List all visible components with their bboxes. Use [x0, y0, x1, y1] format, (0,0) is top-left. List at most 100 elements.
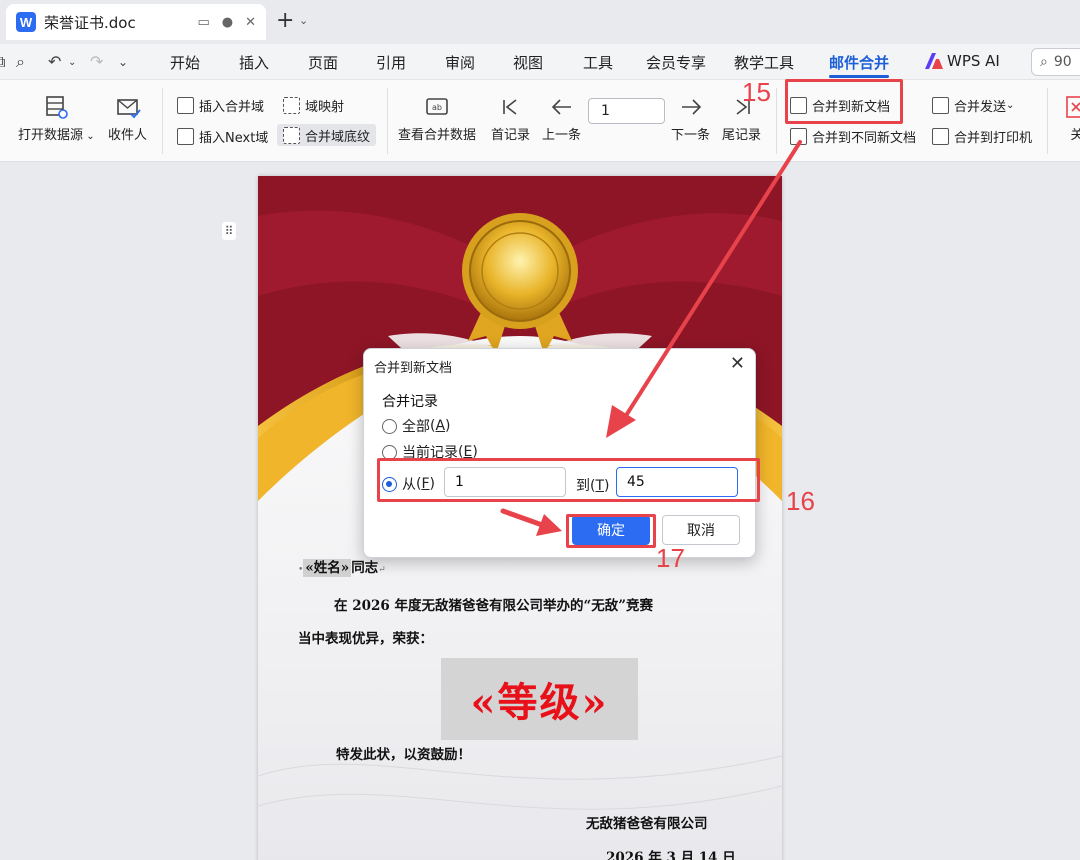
- merge-to-different-documents-button[interactable]: 合并到不同新文档: [790, 125, 916, 147]
- tab-mail-merge[interactable]: 邮件合并: [829, 52, 889, 73]
- merge-to-new-document-dialog: 合并到新文档 ✕ 合并记录 全部(A) 当前记录(E) 从(F) 1 到(T) …: [363, 348, 756, 558]
- merge-send-label: 合并发送: [954, 99, 1007, 115]
- level-merge-field-box[interactable]: «等级»: [441, 658, 638, 740]
- close-merge-label: 关: [1070, 128, 1080, 143]
- recipient-line: • «姓名» 同志↵: [298, 559, 386, 577]
- previous-record-label: 上一条: [542, 128, 582, 143]
- view-data-icon: ab: [426, 98, 448, 115]
- wps-writer-logo-icon: W: [16, 12, 36, 32]
- tab-home[interactable]: 开始: [170, 52, 200, 73]
- open-data-source-button[interactable]: 打开数据源 ⌄: [18, 94, 95, 143]
- insert-merge-field-button[interactable]: 插入合并域: [177, 94, 264, 116]
- undo-icon[interactable]: ↶: [48, 52, 61, 71]
- tab-insert[interactable]: 插入: [239, 52, 269, 73]
- save-icon[interactable]: ⧉: [0, 52, 5, 72]
- quick-access-more-icon[interactable]: ⌄: [118, 55, 128, 69]
- search-box[interactable]: ⌕ 90: [1031, 48, 1080, 76]
- view-merged-data-button[interactable]: ab 查看合并数据: [398, 94, 476, 143]
- field-shading-icon: [283, 126, 300, 144]
- recipients-button[interactable]: 收件人: [108, 94, 147, 143]
- merge-field-shading-label: 合并域底纹: [305, 129, 371, 145]
- first-record-icon: [502, 99, 516, 115]
- annotation-step-15: 15: [742, 77, 771, 107]
- ribbon-separator: [776, 88, 777, 154]
- dot-icon[interactable]: ●: [222, 15, 233, 30]
- ribbon-separator: [1047, 88, 1048, 154]
- tab-view[interactable]: 视图: [513, 52, 543, 73]
- field-mapping-button[interactable]: 域映射: [283, 94, 344, 116]
- first-record-label: 首记录: [491, 128, 531, 143]
- insert-next-field-button[interactable]: 插入Next域: [177, 125, 268, 147]
- close-merge-icon: [1066, 96, 1080, 118]
- merge-field-shading-button[interactable]: 合并域底纹: [277, 124, 377, 146]
- close-merge-button[interactable]: 关: [1064, 94, 1080, 143]
- merge-to-printer-label: 合并到打印机: [954, 130, 1033, 146]
- cancel-button[interactable]: 取消: [662, 515, 740, 545]
- radio-all-label: 全部: [402, 419, 430, 435]
- merge-records-group-title: 合并记录: [382, 394, 438, 410]
- new-tab-plus-icon[interactable]: +: [276, 10, 294, 32]
- body-paragraph-line1: 在 2026 年度无敌猪爸爸有限公司举办的“无敌”竞赛: [334, 598, 654, 614]
- last-record-label: 尾记录: [722, 128, 762, 143]
- merge-send-button[interactable]: 合并发送 ⌄: [932, 94, 1014, 116]
- drag-handle-icon[interactable]: ⠿: [222, 222, 236, 240]
- undo-dropdown-icon[interactable]: ⌄: [68, 57, 76, 68]
- ribbon-separator: [162, 88, 163, 154]
- tab-teaching-tools[interactable]: 教学工具: [734, 52, 794, 73]
- annotation-box-ok-button: [566, 514, 656, 548]
- ribbon-separator: [387, 88, 388, 154]
- tab-wps-ai[interactable]: WPS AI: [947, 52, 1000, 70]
- arrow-right-icon: [681, 99, 701, 115]
- merge-diff-docs-icon: [790, 127, 807, 145]
- menu-bar: ⧉ ⌕ ↶ ⌄ ↷ ⌄ 开始 插入 页面 引用 审阅 视图 工具 会员专享 教学…: [0, 44, 1080, 80]
- radio-all-indicator[interactable]: [382, 418, 397, 434]
- name-suffix: 同志: [351, 560, 379, 576]
- tab-tools[interactable]: 工具: [583, 52, 613, 73]
- body-paragraph-line2: 当中表现优异，荣获：: [298, 631, 433, 647]
- closing-line: 特发此状，以资鼓励！: [336, 747, 471, 763]
- envelope-check-icon: [116, 99, 141, 119]
- close-tab-icon[interactable]: ✕: [245, 15, 256, 30]
- chevron-down-icon[interactable]: ⌄: [299, 14, 308, 27]
- issue-date: 2026 年 3 月 14 日: [606, 850, 736, 860]
- radio-all-accesskey: A: [435, 418, 446, 434]
- first-record-button[interactable]: 首记录: [491, 94, 530, 143]
- record-number-input[interactable]: 1: [588, 98, 665, 124]
- previous-record-button[interactable]: 上一条: [542, 94, 581, 143]
- document-tab[interactable]: W 荣誉证书.doc ▭ ● ✕: [6, 4, 266, 40]
- redo-icon[interactable]: ↷: [90, 52, 103, 71]
- tab-review[interactable]: 审阅: [445, 52, 475, 73]
- mail-merge-ribbon: 打开数据源 ⌄ 收件人 插入合并域 插入Next域 域映射 合并域底纹 ab 查…: [0, 80, 1080, 162]
- print-preview-icon[interactable]: ⌕: [16, 52, 25, 72]
- next-record-button[interactable]: 下一条: [671, 94, 710, 143]
- insert-next-icon: [177, 127, 194, 145]
- merge-send-icon: [932, 96, 949, 114]
- annotation-step-17: 17: [656, 543, 685, 573]
- screen-icon[interactable]: ▭: [197, 15, 209, 30]
- tab-bar: W 荣誉证书.doc ▭ ● ✕ + ⌄: [0, 0, 1080, 44]
- insert-merge-field-label: 插入合并域: [199, 99, 265, 115]
- field-mapping-label: 域映射: [305, 99, 345, 115]
- active-tab-indicator: [829, 75, 889, 78]
- svg-text:ab: ab: [432, 103, 442, 112]
- annotation-step-16: 16: [786, 486, 815, 516]
- radio-all[interactable]: 全部(A): [382, 416, 451, 436]
- database-table-icon: [46, 96, 69, 119]
- field-map-icon: [283, 96, 300, 114]
- merge-to-printer-button[interactable]: 合并到打印机: [932, 125, 1032, 147]
- annotation-box-merge-new-doc: [785, 79, 903, 124]
- tab-page[interactable]: 页面: [308, 52, 338, 73]
- merge-to-different-documents-label: 合并到不同新文档: [812, 130, 917, 146]
- close-icon[interactable]: ✕: [730, 353, 745, 374]
- company-name: 无敌猪爸爸有限公司: [586, 816, 708, 832]
- dialog-title: 合并到新文档: [374, 361, 453, 376]
- level-merge-field: «等级»: [470, 679, 609, 726]
- tab-member[interactable]: 会员专享: [646, 52, 706, 73]
- open-data-source-label: 打开数据源: [18, 128, 84, 143]
- annotation-box-record-range: [377, 458, 760, 502]
- name-merge-field[interactable]: «姓名»: [303, 559, 352, 577]
- tab-references[interactable]: 引用: [376, 52, 406, 73]
- arrow-left-icon: [551, 99, 571, 115]
- zoom-level: 90: [1053, 54, 1072, 70]
- view-merged-data-label: 查看合并数据: [398, 128, 477, 143]
